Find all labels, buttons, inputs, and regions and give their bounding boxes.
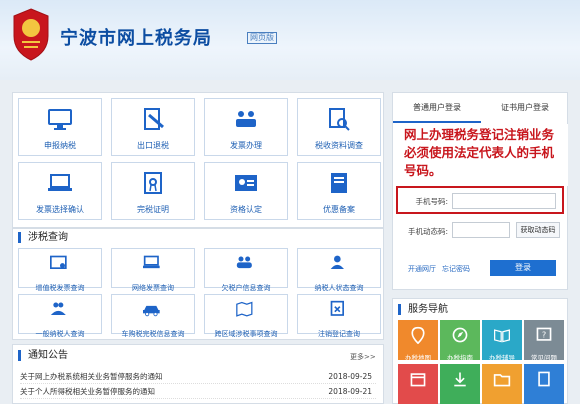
laptop-search-icon <box>143 255 160 269</box>
site-version-badge: 网页版 <box>247 32 277 44</box>
service-tile[interactable]: 申报纳税 <box>18 98 102 156</box>
tab-normal-login[interactable]: 普通用户登录 <box>393 93 481 123</box>
people-icon <box>50 302 66 315</box>
query-tile[interactable]: 增值税发票查询 <box>18 248 102 292</box>
open-account-link[interactable]: 开通网厅 <box>408 264 436 274</box>
query-tile-label: 车购税完税信息查询 <box>121 330 185 338</box>
id-card-icon <box>235 175 257 191</box>
book-open-icon <box>494 329 510 343</box>
notice-item-date: 2018-09-25 <box>328 372 372 381</box>
service-nav-tile[interactable]: 办税指南 <box>440 320 480 362</box>
dynamic-code-label: 手机动态码: <box>407 227 448 236</box>
query-tile-label: 网络发票查询 <box>132 284 174 292</box>
query-tile[interactable]: 车购税完税信息查询 <box>111 294 195 338</box>
service-tile[interactable]: 资格认定 <box>204 162 288 220</box>
compass-icon <box>452 327 468 343</box>
notice-item-date: 2018-09-21 <box>328 387 372 396</box>
notice-heading: 通知公告 <box>18 350 68 361</box>
handshake-icon <box>236 111 256 127</box>
notice-more-link[interactable]: 更多>> <box>350 352 376 362</box>
tab-cert-login[interactable]: 证书用户登录 <box>481 93 569 123</box>
service-tile-label: 完税证明 <box>137 205 169 214</box>
service-tile-label: 申报纳税 <box>44 141 76 150</box>
service-tile-label: 出口退税 <box>137 141 169 150</box>
query-tile-label: 欠税户信息查询 <box>221 284 271 292</box>
service-nav-label: 常见问题 <box>531 354 557 362</box>
query-tile[interactable]: 一般纳税人查询 <box>18 294 102 338</box>
edit-doc-icon <box>144 108 164 130</box>
forgot-password-link[interactable]: 忘记密码 <box>442 264 470 274</box>
map-pin-icon <box>411 326 425 344</box>
query-tile-label: 跨区域涉税事项查询 <box>214 330 278 338</box>
phone-label: 手机号码: <box>415 197 448 206</box>
svg-text:?: ? <box>542 329 546 339</box>
get-code-button[interactable]: 获取动态码 <box>516 222 560 238</box>
query-tile-label: 纳税人状态查询 <box>314 284 364 292</box>
query-tile[interactable]: 跨区域涉税事项查询 <box>204 294 288 338</box>
query-tile[interactable]: 网络发票查询 <box>111 248 195 292</box>
service-tile[interactable]: 发票办理 <box>204 98 288 156</box>
service-tile[interactable]: 完税证明 <box>111 162 195 220</box>
certificate-icon <box>144 172 162 194</box>
car-icon <box>143 305 160 317</box>
notice-item-text: 关于网上办税系统相关业务暂停服务的通知 <box>20 372 163 381</box>
login-button[interactable]: 登录 <box>490 260 556 276</box>
service-nav-tile[interactable]: 办税辅导 <box>482 320 522 362</box>
dynamic-code-input[interactable] <box>452 222 510 238</box>
site-title: 宁波市网上税务局 <box>60 28 212 49</box>
service-nav-tile[interactable]: ? 常见问题 <box>524 320 564 362</box>
query-tile[interactable]: 欠税户信息查询 <box>204 248 288 292</box>
phone-input[interactable] <box>452 193 556 209</box>
person-icon <box>330 255 344 269</box>
site-header: 宁波市网上税务局 网页版 <box>0 0 580 80</box>
service-nav-label: 办税指南 <box>447 354 473 362</box>
query-tile[interactable]: 纳税人状态查询 <box>297 248 381 292</box>
map-icon <box>236 301 253 317</box>
query-tile-label: 增值税发票查询 <box>35 284 85 292</box>
magnify-doc-icon <box>329 108 350 131</box>
service-tile-label: 资格认定 <box>230 205 262 214</box>
service-tile-label: 发票办理 <box>230 141 262 150</box>
doc-icon <box>538 371 550 387</box>
notice-item[interactable]: 关于个人所得税相关业务暂停服务的通知 2018-09-21 <box>20 385 376 399</box>
login-warning-note: 网上办理税务登记注销业务必须使用法定代表人的手机号码。 <box>400 124 568 186</box>
question-icon: ? <box>536 327 552 341</box>
query-tile-label: 注销登记查询 <box>318 330 360 338</box>
book-icon <box>331 173 347 193</box>
service-nav-label: 办税地图 <box>405 354 431 362</box>
service-tile[interactable]: 优惠备案 <box>297 162 381 220</box>
service-tile-label: 税收资料调查 <box>315 141 363 150</box>
service-tile-label: 优惠备案 <box>323 205 355 214</box>
cancel-doc-icon <box>330 300 344 316</box>
notice-item[interactable]: 关于网上办税系统相关业务暂停服务的通知 2018-09-25 <box>20 370 376 384</box>
service-nav-tile[interactable]: 办税地图 <box>398 320 438 362</box>
service-nav-tile[interactable] <box>398 364 438 404</box>
query-tile[interactable]: 注销登记查询 <box>297 294 381 338</box>
monitor-icon <box>48 109 72 130</box>
tax-emblem-icon <box>13 8 49 61</box>
query-tile-label: 一般纳税人查询 <box>35 330 85 338</box>
download-icon <box>454 372 466 387</box>
group-icon <box>236 256 252 269</box>
laptop-icon <box>48 174 72 191</box>
calendar-icon <box>410 373 426 387</box>
invoice-icon <box>50 255 67 269</box>
service-nav-heading: 服务导航 <box>398 304 448 315</box>
tax-query-heading: 涉税查询 <box>18 232 68 243</box>
service-tile[interactable]: 出口退税 <box>111 98 195 156</box>
folder-icon <box>493 374 511 387</box>
service-nav-label: 办税辅导 <box>489 354 515 362</box>
service-nav-tile[interactable] <box>482 364 522 404</box>
service-tile[interactable]: 税收资料调查 <box>297 98 381 156</box>
service-nav-tile[interactable] <box>440 364 480 404</box>
notice-item-text: 关于个人所得税相关业务暂停服务的通知 <box>20 387 155 396</box>
service-tile[interactable]: 发票选择确认 <box>18 162 102 220</box>
service-nav-tile[interactable] <box>524 364 564 404</box>
service-tile-label: 发票选择确认 <box>36 205 84 214</box>
